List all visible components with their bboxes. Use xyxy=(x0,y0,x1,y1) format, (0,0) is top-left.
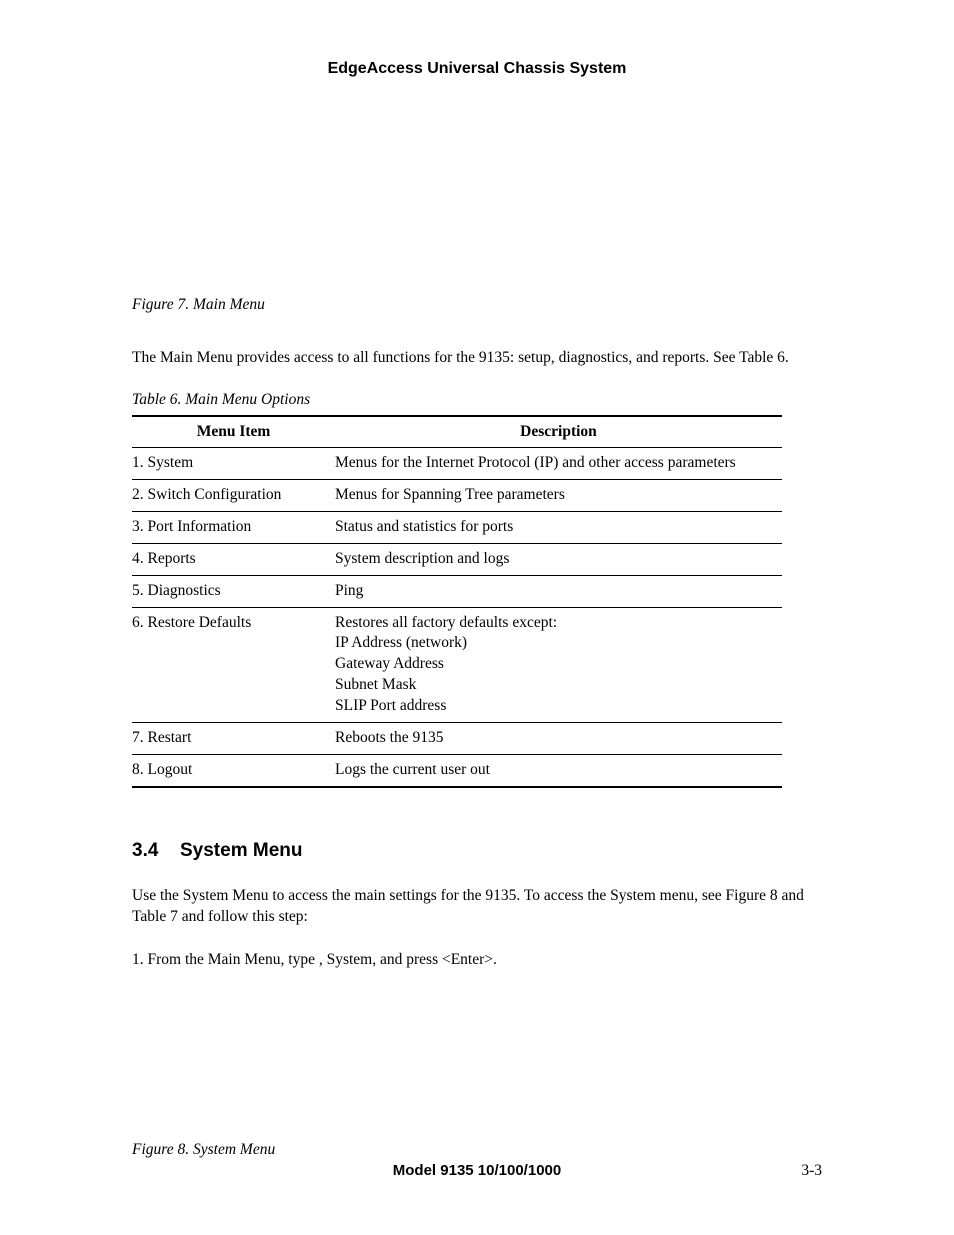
section-3-4-intro: Use the System Menu to access the main s… xyxy=(132,886,822,928)
cell-description: Status and statistics for ports xyxy=(335,511,782,543)
table-row: 1. System Menus for the Internet Protoco… xyxy=(132,447,782,479)
table-header-description: Description xyxy=(335,416,782,448)
main-menu-intro-paragraph: The Main Menu provides access to all fun… xyxy=(132,348,822,369)
section-title: System Menu xyxy=(180,840,302,861)
table-6-caption: Table 6. Main Menu Options xyxy=(132,391,822,409)
table-header-menu-item: Menu Item xyxy=(132,416,335,448)
cell-menu-item: 5. Diagnostics xyxy=(132,575,335,607)
cell-menu-item: 4. Reports xyxy=(132,543,335,575)
cell-menu-item: 6. Restore Defaults xyxy=(132,607,335,723)
footer-center-title: Model 9135 10/100/1000 xyxy=(132,1162,822,1179)
table-row: 4. Reports System description and logs xyxy=(132,543,782,575)
page-header-title: EdgeAccess Universal Chassis System xyxy=(132,60,822,78)
section-3-4-heading: 3.4System Menu xyxy=(132,840,822,862)
cell-menu-item: 3. Port Information xyxy=(132,511,335,543)
table-row: 7. Restart Reboots the 9135 xyxy=(132,723,782,755)
cell-description: Ping xyxy=(335,575,782,607)
table-6: Menu Item Description 1. System Menus fo… xyxy=(132,415,782,788)
section-3-4-steps: 1. From the Main Menu, type , System, an… xyxy=(132,950,822,971)
cell-menu-item: 1. System xyxy=(132,447,335,479)
page: EdgeAccess Universal Chassis System Figu… xyxy=(0,0,954,1235)
cell-description: System description and logs xyxy=(335,543,782,575)
section-number: 3.4 xyxy=(132,840,180,862)
cell-menu-item: 7. Restart xyxy=(132,723,335,755)
figure-8-caption: Figure 8. System Menu xyxy=(132,1141,822,1159)
cell-description: Logs the current user out xyxy=(335,755,782,787)
page-footer: Model 9135 10/100/1000 3-3 xyxy=(132,1162,822,1180)
table-row: 2. Switch Configuration Menus for Spanni… xyxy=(132,479,782,511)
table-header-row: Menu Item Description xyxy=(132,416,782,448)
cell-description: Menus for the Internet Protocol (IP) and… xyxy=(335,447,782,479)
table-row: 3. Port Information Status and statistic… xyxy=(132,511,782,543)
cell-description: Reboots the 9135 xyxy=(335,723,782,755)
table-row: 6. Restore Defaults Restores all factory… xyxy=(132,607,782,723)
step-1: 1. From the Main Menu, type , System, an… xyxy=(132,950,822,971)
cell-description: Restores all factory defaults except:IP … xyxy=(335,607,782,723)
cell-menu-item: 2. Switch Configuration xyxy=(132,479,335,511)
table-row: 8. Logout Logs the current user out xyxy=(132,755,782,787)
cell-menu-item: 8. Logout xyxy=(132,755,335,787)
table-row: 5. Diagnostics Ping xyxy=(132,575,782,607)
cell-description: Menus for Spanning Tree parameters xyxy=(335,479,782,511)
figure-7-caption: Figure 7. Main Menu xyxy=(132,296,822,314)
